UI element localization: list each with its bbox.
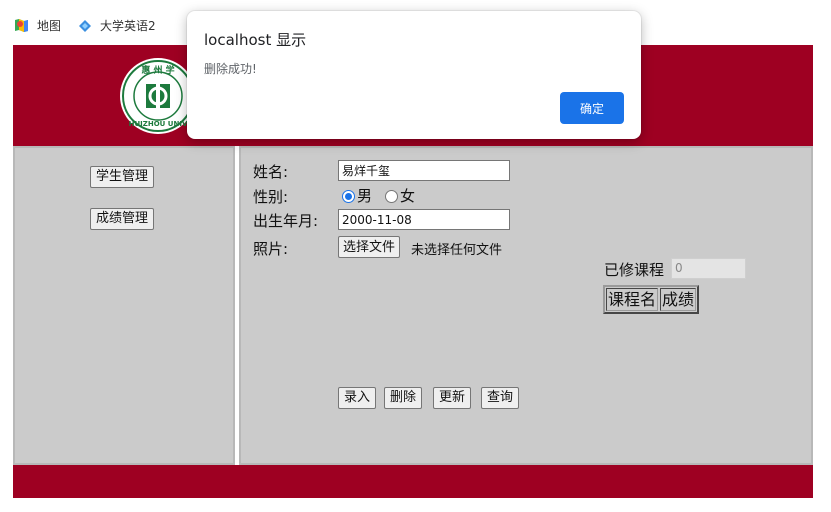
course-table: 课程名 成绩 bbox=[603, 285, 700, 314]
gender-female-radio[interactable] bbox=[385, 190, 398, 203]
diamond-icon bbox=[79, 19, 91, 32]
dialog-message: 删除成功! bbox=[204, 62, 257, 76]
gender-male-label: 男 bbox=[357, 187, 373, 205]
page-footer bbox=[13, 465, 813, 498]
delete-button[interactable]: 删除 bbox=[384, 387, 423, 409]
birth-input[interactable] bbox=[338, 209, 510, 230]
name-input[interactable] bbox=[338, 160, 510, 181]
dialog-title: localhost 显示 bbox=[204, 31, 307, 49]
name-label: 姓名: bbox=[253, 163, 289, 181]
svg-text:惠 州 学: 惠 州 学 bbox=[141, 64, 174, 76]
choose-file-button[interactable]: 选择文件 bbox=[338, 236, 401, 258]
sidebar bbox=[13, 146, 235, 465]
svg-text:HUIZHOU UNIV: HUIZHOU UNIV bbox=[129, 120, 188, 128]
courses-taken-label: 已修课程 bbox=[604, 261, 665, 279]
bookmark-maps[interactable]: 地图 bbox=[14, 17, 61, 34]
alert-dialog: localhost 显示 删除成功! 确定 bbox=[187, 11, 641, 139]
bookmark-english[interactable]: 大学英语2 bbox=[78, 17, 156, 34]
bookmark-label: 大学英语2 bbox=[100, 19, 156, 33]
course-name-header: 课程名 bbox=[606, 288, 659, 311]
update-button[interactable]: 更新 bbox=[433, 387, 472, 409]
gender-label: 性别: bbox=[253, 188, 289, 206]
course-score-header: 成绩 bbox=[660, 288, 697, 311]
maps-icon bbox=[15, 19, 28, 32]
gender-male-radio[interactable] bbox=[342, 190, 355, 203]
university-logo: HUIZHOU UNIV 惠 州 学 bbox=[120, 58, 196, 134]
courses-taken-field[interactable]: 0 bbox=[671, 258, 746, 279]
dialog-ok-button[interactable]: 确定 bbox=[560, 92, 624, 124]
query-button[interactable]: 查询 bbox=[481, 387, 520, 409]
gender-female-label: 女 bbox=[400, 187, 416, 205]
grade-management-button[interactable]: 成绩管理 bbox=[90, 208, 155, 230]
photo-label: 照片: bbox=[253, 240, 289, 258]
add-button[interactable]: 录入 bbox=[338, 387, 377, 409]
main-form-panel bbox=[239, 146, 813, 465]
bookmark-label: 地图 bbox=[37, 19, 62, 33]
birth-label: 出生年月: bbox=[253, 212, 319, 230]
student-management-button[interactable]: 学生管理 bbox=[90, 166, 155, 188]
file-status-text: 未选择任何文件 bbox=[411, 243, 503, 258]
